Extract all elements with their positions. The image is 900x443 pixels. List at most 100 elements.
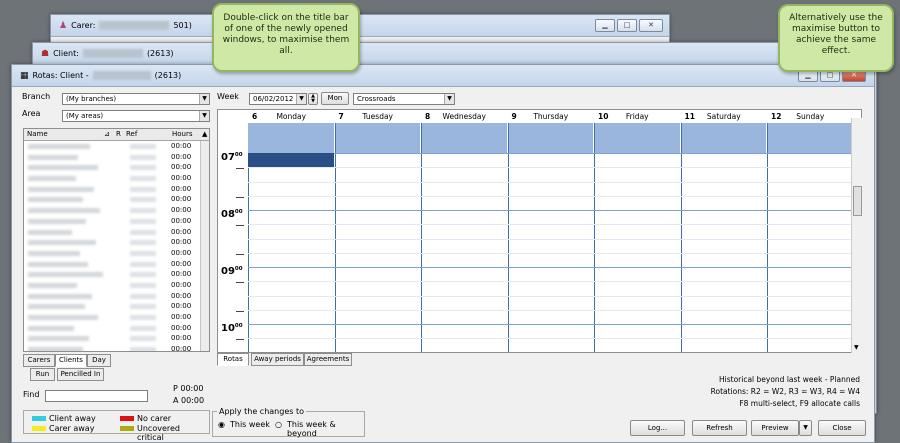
legend-no-carer: No carer [137,414,172,423]
tab-away-periods[interactable]: Away periods [251,353,304,366]
list-item[interactable]: 00:00 [24,312,209,323]
close-icon[interactable]: ✕ [639,19,663,32]
list-item[interactable]: 00:00 [24,259,209,270]
list-item[interactable]: 00:00 [24,237,209,248]
chevron-down-icon[interactable]: ▼ [444,94,454,104]
client-hours: 00:00 [171,142,192,150]
client-name-blurred [28,154,78,160]
sort-icon: ⊿ [104,130,110,138]
log-button[interactable]: Log... [630,420,685,436]
list-item[interactable]: 00:00 [24,291,209,302]
scroll-down-icon[interactable]: ▼ [854,344,859,351]
tab-run[interactable]: Run [30,368,55,381]
radio-beyond-icon[interactable]: ○ [275,420,282,429]
tab-pencilled-in[interactable]: Pencilled In [57,368,104,381]
list-item[interactable]: 00:00 [24,269,209,280]
client-name-blurred [82,49,143,58]
client-hours: 00:00 [171,216,192,225]
scrollbar-thumb[interactable] [853,186,862,216]
scroll-up-icon[interactable]: ▲ [202,130,207,138]
tab-day[interactable]: Day [87,354,111,367]
list-item[interactable]: 00:00 [24,184,209,195]
mon-button[interactable]: Mon [321,92,349,105]
list-item[interactable]: 00:00 [24,205,209,216]
chevron-down-icon[interactable]: ▼ [199,94,209,104]
client-list[interactable]: Name ⊿ R Ref Hours ▲ 00:00 00:00 00:00 00:0… [23,128,210,352]
col-name[interactable]: Name [27,130,48,138]
schedule-scrollbar[interactable]: ▼ [851,118,862,353]
client-name-blurred [28,272,103,278]
all-day-cell[interactable] [594,123,680,153]
chevron-down-icon[interactable]: ▼ [199,111,209,121]
list-item[interactable]: 00:00 [24,162,209,173]
list-scrollbar[interactable] [200,141,209,351]
tab-rotas[interactable]: Rotas [217,353,249,366]
radio-this-week-icon[interactable]: ◉ [218,420,225,429]
quarter-line [248,181,854,183]
hour-value: 10 [221,323,235,334]
legend-no-carer-swatch [120,416,134,421]
carer-window-titlebar[interactable]: ♟ Carer: 501) ▁ □ ✕ [51,15,669,37]
client-ref-blurred [130,154,156,160]
find-input[interactable] [45,390,148,402]
list-item[interactable]: 00:00 [24,173,209,184]
list-item[interactable]: 00:00 [24,333,209,344]
all-day-cell[interactable] [334,123,420,153]
tab-clients[interactable]: Clients [55,354,87,367]
location-select[interactable]: Crossroads ▼ [353,93,455,105]
all-day-cell[interactable] [680,123,766,153]
close-button[interactable]: Close [818,420,866,436]
col-hours[interactable]: Hours [172,130,193,138]
client-name-blurred [28,218,86,224]
list-item[interactable]: 00:00 [24,216,209,227]
client-name-blurred [28,261,88,267]
client-name-blurred [28,176,76,182]
all-day-cell[interactable] [507,123,593,153]
location-value: Crossroads [357,95,396,103]
list-item[interactable]: 00:00 [24,248,209,259]
chevron-down-icon[interactable]: ▼ [296,94,306,104]
minimize-icon[interactable]: ▁ [595,19,615,32]
maximize-icon[interactable]: □ [617,19,637,32]
list-item[interactable]: 00:00 [24,227,209,238]
radio-this-week-label[interactable]: This week [230,420,270,429]
client-window-titlebar[interactable]: ☗ Client: (2613) [33,43,876,65]
quarter-line [248,309,854,311]
day-name: Saturday [706,112,741,121]
hour-value: 09 [221,266,235,277]
tab-agreements[interactable]: Agreements [304,353,352,366]
all-day-cell[interactable] [248,123,334,153]
p-time: P 00:00 [173,384,204,393]
selected-slot[interactable] [248,153,334,167]
list-item[interactable]: 00:00 [24,323,209,334]
list-item[interactable]: 00:00 [24,141,209,152]
area-select[interactable]: (My areas) ▼ [62,110,210,122]
apply-legend: Apply the changes to [217,407,306,416]
col-r[interactable]: R [116,130,121,138]
week-date-picker[interactable]: 06/02/2012 ▼ [249,93,307,105]
legend-box: Client away No carer Carer away Uncovere… [23,410,210,442]
hour-label: 0700 [221,152,243,163]
preview-button[interactable]: Preview [751,420,799,436]
list-item[interactable]: 00:00 [24,280,209,291]
radio-beyond-label[interactable]: This week & beyond [287,420,364,438]
list-item[interactable]: 00:00 [24,152,209,163]
list-item[interactable]: 00:00 [24,194,209,205]
preview-dropdown-icon[interactable]: ▼ [799,420,812,436]
refresh-button[interactable]: Refresh [692,420,747,436]
rotas-window-titlebar[interactable]: ▦ Rotas: Client - (2613) ▁ □ ✕ [12,65,874,87]
client-hours: 00:00 [171,248,192,257]
area-label: Area [22,109,41,118]
schedule-grid[interactable]: 6 Monday 7 Tuesday 8 Wednesday 9 Thursday 10 Frid… [217,109,862,353]
day-header: 8 Wednesday [421,110,508,123]
client-ref-blurred [130,229,156,235]
list-item[interactable]: 00:00 [24,301,209,312]
list-item[interactable]: 00:00 [24,344,209,351]
tab-carers[interactable]: Carers [23,354,55,367]
week-spinner[interactable]: ▲ ▼ [308,93,318,105]
branch-select[interactable]: (My branches) ▼ [62,93,210,105]
client-name-blurred [28,315,98,320]
all-day-cell[interactable] [421,123,507,153]
col-ref[interactable]: Ref [126,130,137,138]
all-day-cell[interactable] [767,123,853,153]
